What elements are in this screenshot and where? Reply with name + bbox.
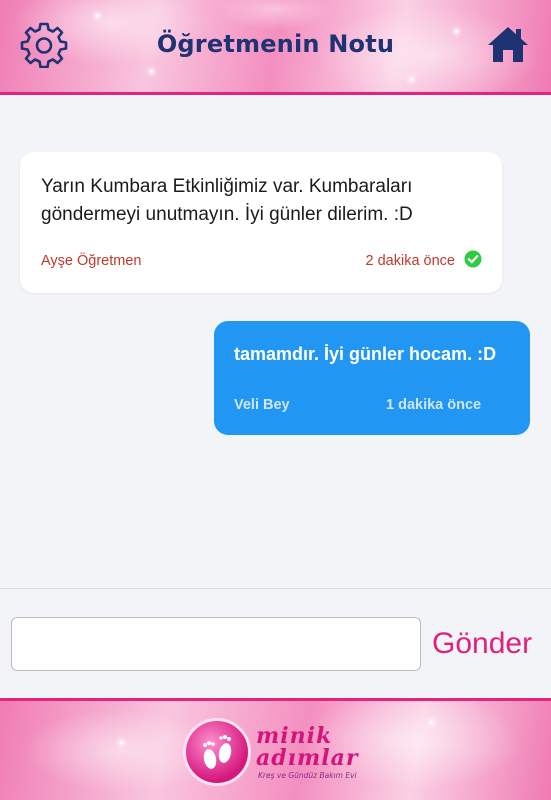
app-footer: minik adımlar Kreş ve Gündüz Bakım Evi <box>0 698 551 800</box>
message-text: Yarın Kumbara Etkinliğimiz var. Kumbaral… <box>41 176 413 225</box>
footprints-icon <box>203 735 232 769</box>
message-input[interactable] <box>11 617 421 671</box>
sparkle-decoration <box>120 741 123 744</box>
logo-tagline: Kreş ve Gündüz Bakım Evi <box>258 771 357 780</box>
composer-bar: Gönder <box>0 588 551 698</box>
chat-area[interactable]: Yarın Kumbara Etkinliğimiz var. Kumbaral… <box>0 95 551 588</box>
page-title: Öğretmenin Notu <box>156 30 395 58</box>
message-time: 2 dakika önce <box>365 253 455 269</box>
incoming-message: Yarın Kumbara Etkinliğimiz var. Kumbaral… <box>20 152 502 293</box>
sparkle-decoration <box>150 70 153 73</box>
check-circle-icon <box>464 250 482 268</box>
send-button[interactable]: Gönder <box>432 627 532 661</box>
home-icon <box>488 27 528 62</box>
logo-wordmark-bottom: adımlar <box>256 745 359 771</box>
home-button[interactable] <box>487 24 529 64</box>
footprints-logo-icon <box>183 718 251 786</box>
sparkle-decoration <box>430 721 433 724</box>
message-sender: Ayşe Öğretmen <box>41 253 142 269</box>
outgoing-message: tamamdır. İyi günler hocam. :D Veli Bey … <box>214 321 530 435</box>
message-time: 1 dakika önce <box>386 397 482 413</box>
message-sender: Veli Bey <box>234 397 290 413</box>
sparkle-decoration <box>96 14 99 17</box>
app-header: Öğretmenin Notu <box>0 0 551 95</box>
sparkle-decoration <box>410 78 413 81</box>
message-text: tamamdır. İyi günler hocam. :D <box>234 344 497 364</box>
